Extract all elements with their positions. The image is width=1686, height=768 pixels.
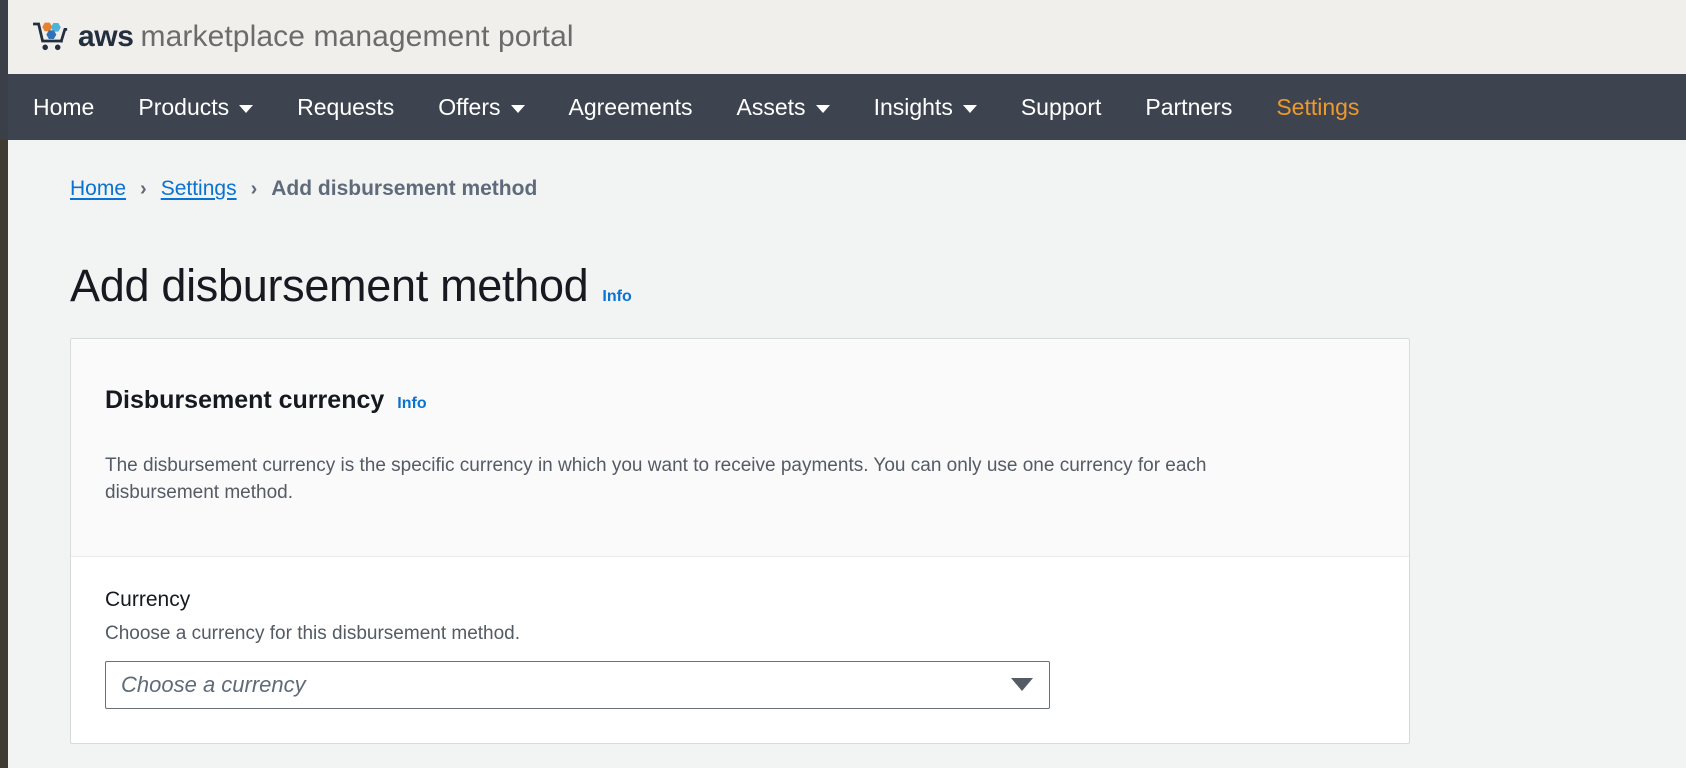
nav-item-support[interactable]: Support: [1020, 93, 1102, 120]
page-title-row: Add disbursement method Info: [70, 233, 632, 338]
nav-item-partners[interactable]: Partners: [1145, 93, 1233, 120]
nav-item-label: Insights: [873, 93, 953, 120]
card-header: Disbursement currency Info The disbursem…: [71, 339, 1409, 557]
nav-item-label: Products: [138, 93, 230, 120]
card-header-title-row: Disbursement currency Info: [105, 367, 1375, 434]
brand-header: aws marketplace management portal: [0, 0, 1686, 74]
breadcrumb: Home › Settings › Add disbursement metho…: [70, 178, 537, 199]
nav-item-label: Requests: [297, 93, 395, 120]
breadcrumb-item-settings[interactable]: Settings: [161, 178, 237, 199]
nav-item-label: Support: [1020, 93, 1102, 120]
nav-item-label: Agreements: [568, 93, 693, 120]
nav-item-assets[interactable]: Assets: [736, 93, 830, 120]
card-description: The disbursement currency is the specifi…: [105, 454, 1207, 504]
chevron-down-icon: [1011, 678, 1033, 692]
viewport-left-edge: [0, 0, 8, 768]
nav-item-agreements[interactable]: Agreements: [568, 93, 693, 120]
card-body: Currency Choose a currency for this disb…: [71, 557, 1409, 743]
currency-field-hint: Choose a currency for this disbursement …: [105, 622, 521, 644]
chevron-down-icon: [510, 104, 525, 113]
breadcrumb-item-home[interactable]: Home: [70, 178, 126, 199]
chevron-down-icon: [962, 104, 977, 113]
currency-field-label: Currency: [105, 587, 191, 611]
viewport-left-edge-lower: [0, 140, 8, 768]
aws-marketplace-cart-icon: [33, 22, 68, 51]
page-title: Add disbursement method: [70, 260, 589, 312]
nav-item-label: Assets: [736, 93, 806, 120]
nav-item-products[interactable]: Products: [138, 93, 254, 120]
chevron-down-icon: [815, 104, 830, 113]
card-info-link[interactable]: Info: [397, 395, 426, 412]
nav-item-label: Partners: [1145, 93, 1233, 120]
nav-item-home[interactable]: Home: [33, 93, 95, 120]
chevron-down-icon: [239, 104, 254, 113]
currency-select[interactable]: Choose a currency: [105, 660, 1050, 709]
breadcrumb-separator-icon: ›: [250, 177, 258, 200]
disbursement-currency-card: Disbursement currency Info The disbursem…: [70, 338, 1410, 744]
breadcrumb-separator-icon: ›: [140, 177, 147, 200]
main-navigation: Home Products Requests Offers Agreements…: [0, 74, 1686, 140]
breadcrumb-item-current: Add disbursement method: [271, 177, 538, 200]
nav-item-label: Settings: [1276, 93, 1360, 120]
nav-item-requests[interactable]: Requests: [297, 93, 395, 120]
page-content: Home › Settings › Add disbursement metho…: [8, 140, 1686, 768]
nav-item-insights[interactable]: Insights: [873, 93, 977, 120]
nav-item-label: Home: [33, 93, 95, 120]
brand-product-text: marketplace management portal: [140, 20, 574, 53]
nav-item-offers[interactable]: Offers: [438, 93, 525, 120]
currency-select-placeholder: Choose a currency: [121, 671, 306, 697]
page-info-link[interactable]: Info: [602, 289, 631, 305]
card-title: Disbursement currency: [105, 385, 385, 414]
brand-aws-text: aws: [78, 20, 134, 53]
brand-lockup[interactable]: aws marketplace management portal: [33, 20, 574, 54]
nav-item-label: Offers: [438, 93, 501, 120]
nav-item-settings[interactable]: Settings: [1276, 93, 1360, 120]
